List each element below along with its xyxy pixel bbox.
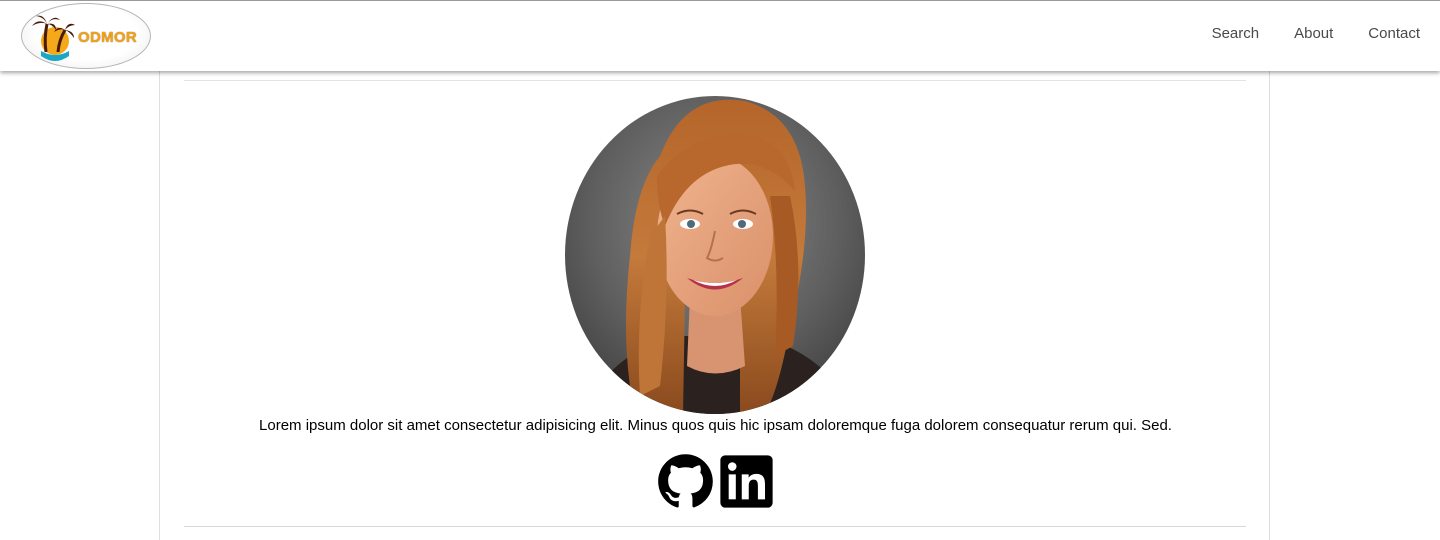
- github-link[interactable]: [657, 453, 714, 510]
- top-navbar: ODMOR Search About Contact: [0, 0, 1440, 71]
- main-nav: Search About Contact: [1177, 25, 1420, 42]
- divider: [184, 80, 1246, 81]
- divider: [184, 526, 1246, 527]
- nav-link-contact[interactable]: Contact: [1368, 25, 1420, 42]
- profile-card: Lorem ipsum dolor sit amet consectetur a…: [159, 70, 1270, 540]
- logo-wordmark: ODMOR: [78, 29, 137, 46]
- linkedin-link[interactable]: [718, 453, 775, 510]
- social-links: [657, 453, 775, 510]
- nav-link-about[interactable]: About: [1294, 25, 1333, 42]
- profile-bio: Lorem ipsum dolor sit amet consectetur a…: [259, 417, 1172, 434]
- site-logo[interactable]: ODMOR: [21, 3, 151, 69]
- github-icon: [658, 454, 713, 508]
- linkedin-icon: [720, 455, 773, 508]
- profile-photo: [565, 96, 865, 414]
- nav-link-search[interactable]: Search: [1212, 25, 1260, 42]
